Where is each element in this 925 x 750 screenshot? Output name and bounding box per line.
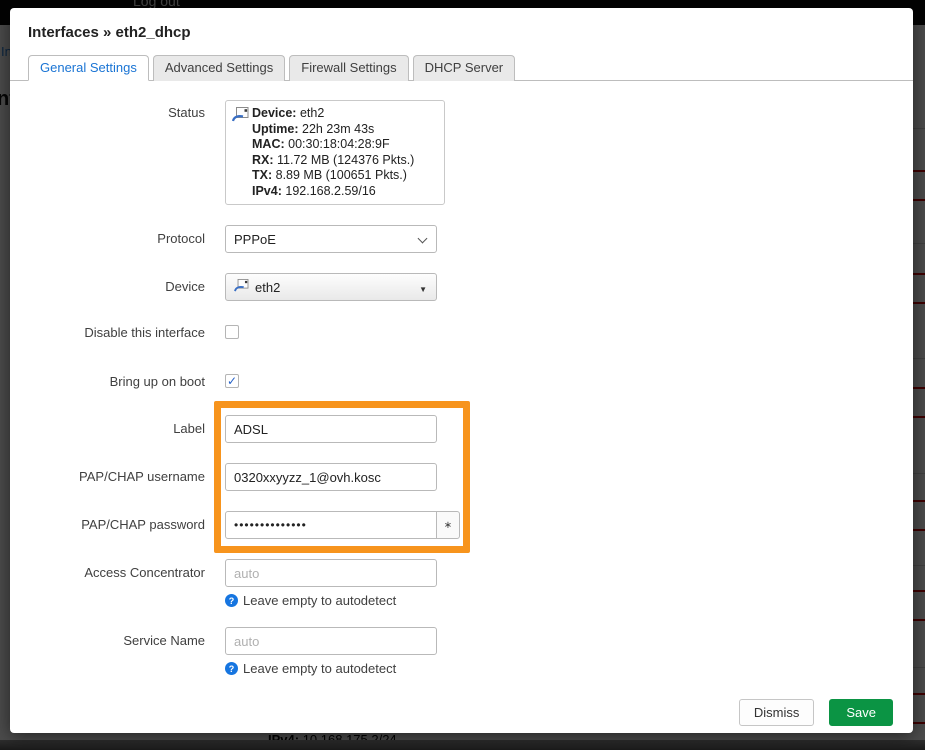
- disable-interface-checkbox[interactable]: [225, 325, 239, 339]
- dismiss-button[interactable]: Dismiss: [739, 699, 815, 726]
- label-field-label: Label: [28, 415, 205, 443]
- ethernet-device-icon: [234, 279, 249, 295]
- hint-text: Leave empty to autodetect: [243, 661, 396, 676]
- dialog-title: Interfaces » eth2_dhcp: [10, 8, 913, 43]
- access-concentrator-input[interactable]: [225, 559, 437, 587]
- protocol-selected-value: PPPoE: [234, 232, 276, 247]
- device-select[interactable]: eth2 ▼: [225, 273, 437, 301]
- access-concentrator-label: Access Concentrator: [28, 559, 205, 608]
- chevron-down-icon: [418, 234, 428, 244]
- pap-chap-username-input[interactable]: [225, 463, 437, 491]
- device-label: Device: [28, 273, 205, 301]
- dropdown-arrow-icon: ▼: [419, 285, 427, 294]
- checkmark-icon: ✓: [227, 375, 237, 387]
- help-icon: ?: [225, 594, 238, 607]
- tab-bar: General Settings Advanced Settings Firew…: [10, 54, 913, 81]
- ethernet-device-icon: [232, 106, 252, 127]
- device-selected-value: eth2: [255, 280, 280, 295]
- interface-status-box: Device: eth2 Uptime: 22h 23m 43s MAC: 00…: [225, 100, 445, 205]
- save-button[interactable]: Save: [829, 699, 893, 726]
- tab-firewall-settings[interactable]: Firewall Settings: [289, 55, 408, 81]
- bring-up-on-boot-label: Bring up on boot: [28, 374, 205, 389]
- general-settings-form: Status Device: eth2 Uptime: 22h 23m 43s …: [10, 81, 913, 676]
- tab-advanced-settings[interactable]: Advanced Settings: [153, 55, 285, 81]
- help-icon: ?: [225, 662, 238, 675]
- tab-general-settings[interactable]: General Settings: [28, 55, 149, 81]
- asterisk-icon: ∗: [444, 520, 452, 531]
- highlighted-field-group: Label PAP/CHAP username PAP/CHAP passwor…: [10, 415, 913, 539]
- protocol-select[interactable]: PPPoE: [225, 225, 437, 253]
- tab-dhcp-server[interactable]: DHCP Server: [413, 55, 516, 81]
- dialog-footer: Dismiss Save: [739, 699, 893, 726]
- hint-text: Leave empty to autodetect: [243, 593, 396, 608]
- label-input[interactable]: [225, 415, 437, 443]
- pap-chap-username-label: PAP/CHAP username: [28, 463, 205, 491]
- pap-chap-password-input[interactable]: [225, 511, 437, 539]
- pap-chap-password-label: PAP/CHAP password: [28, 511, 205, 539]
- disable-interface-label: Disable this interface: [28, 325, 205, 340]
- bring-up-on-boot-checkbox[interactable]: ✓: [225, 374, 239, 388]
- status-label: Status: [28, 100, 205, 205]
- service-name-hint: ? Leave empty to autodetect: [225, 661, 913, 676]
- password-reveal-button[interactable]: ∗: [436, 511, 460, 539]
- interface-edit-dialog: Interfaces » eth2_dhcp General Settings …: [10, 8, 913, 733]
- service-name-label: Service Name: [28, 627, 205, 676]
- protocol-label: Protocol: [28, 225, 205, 253]
- access-concentrator-hint: ? Leave empty to autodetect: [225, 593, 913, 608]
- service-name-input[interactable]: [225, 627, 437, 655]
- status-lines: Device: eth2 Uptime: 22h 23m 43s MAC: 00…: [252, 106, 414, 199]
